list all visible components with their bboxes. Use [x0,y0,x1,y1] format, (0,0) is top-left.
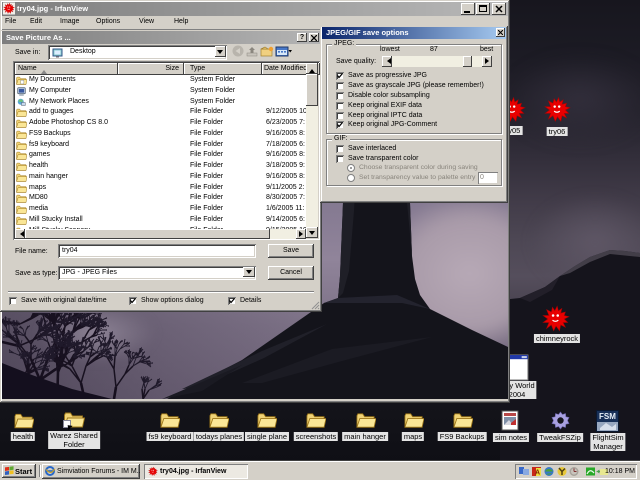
svg-text:FSM: FSM [599,412,616,421]
svg-text:A: A [535,470,540,477]
